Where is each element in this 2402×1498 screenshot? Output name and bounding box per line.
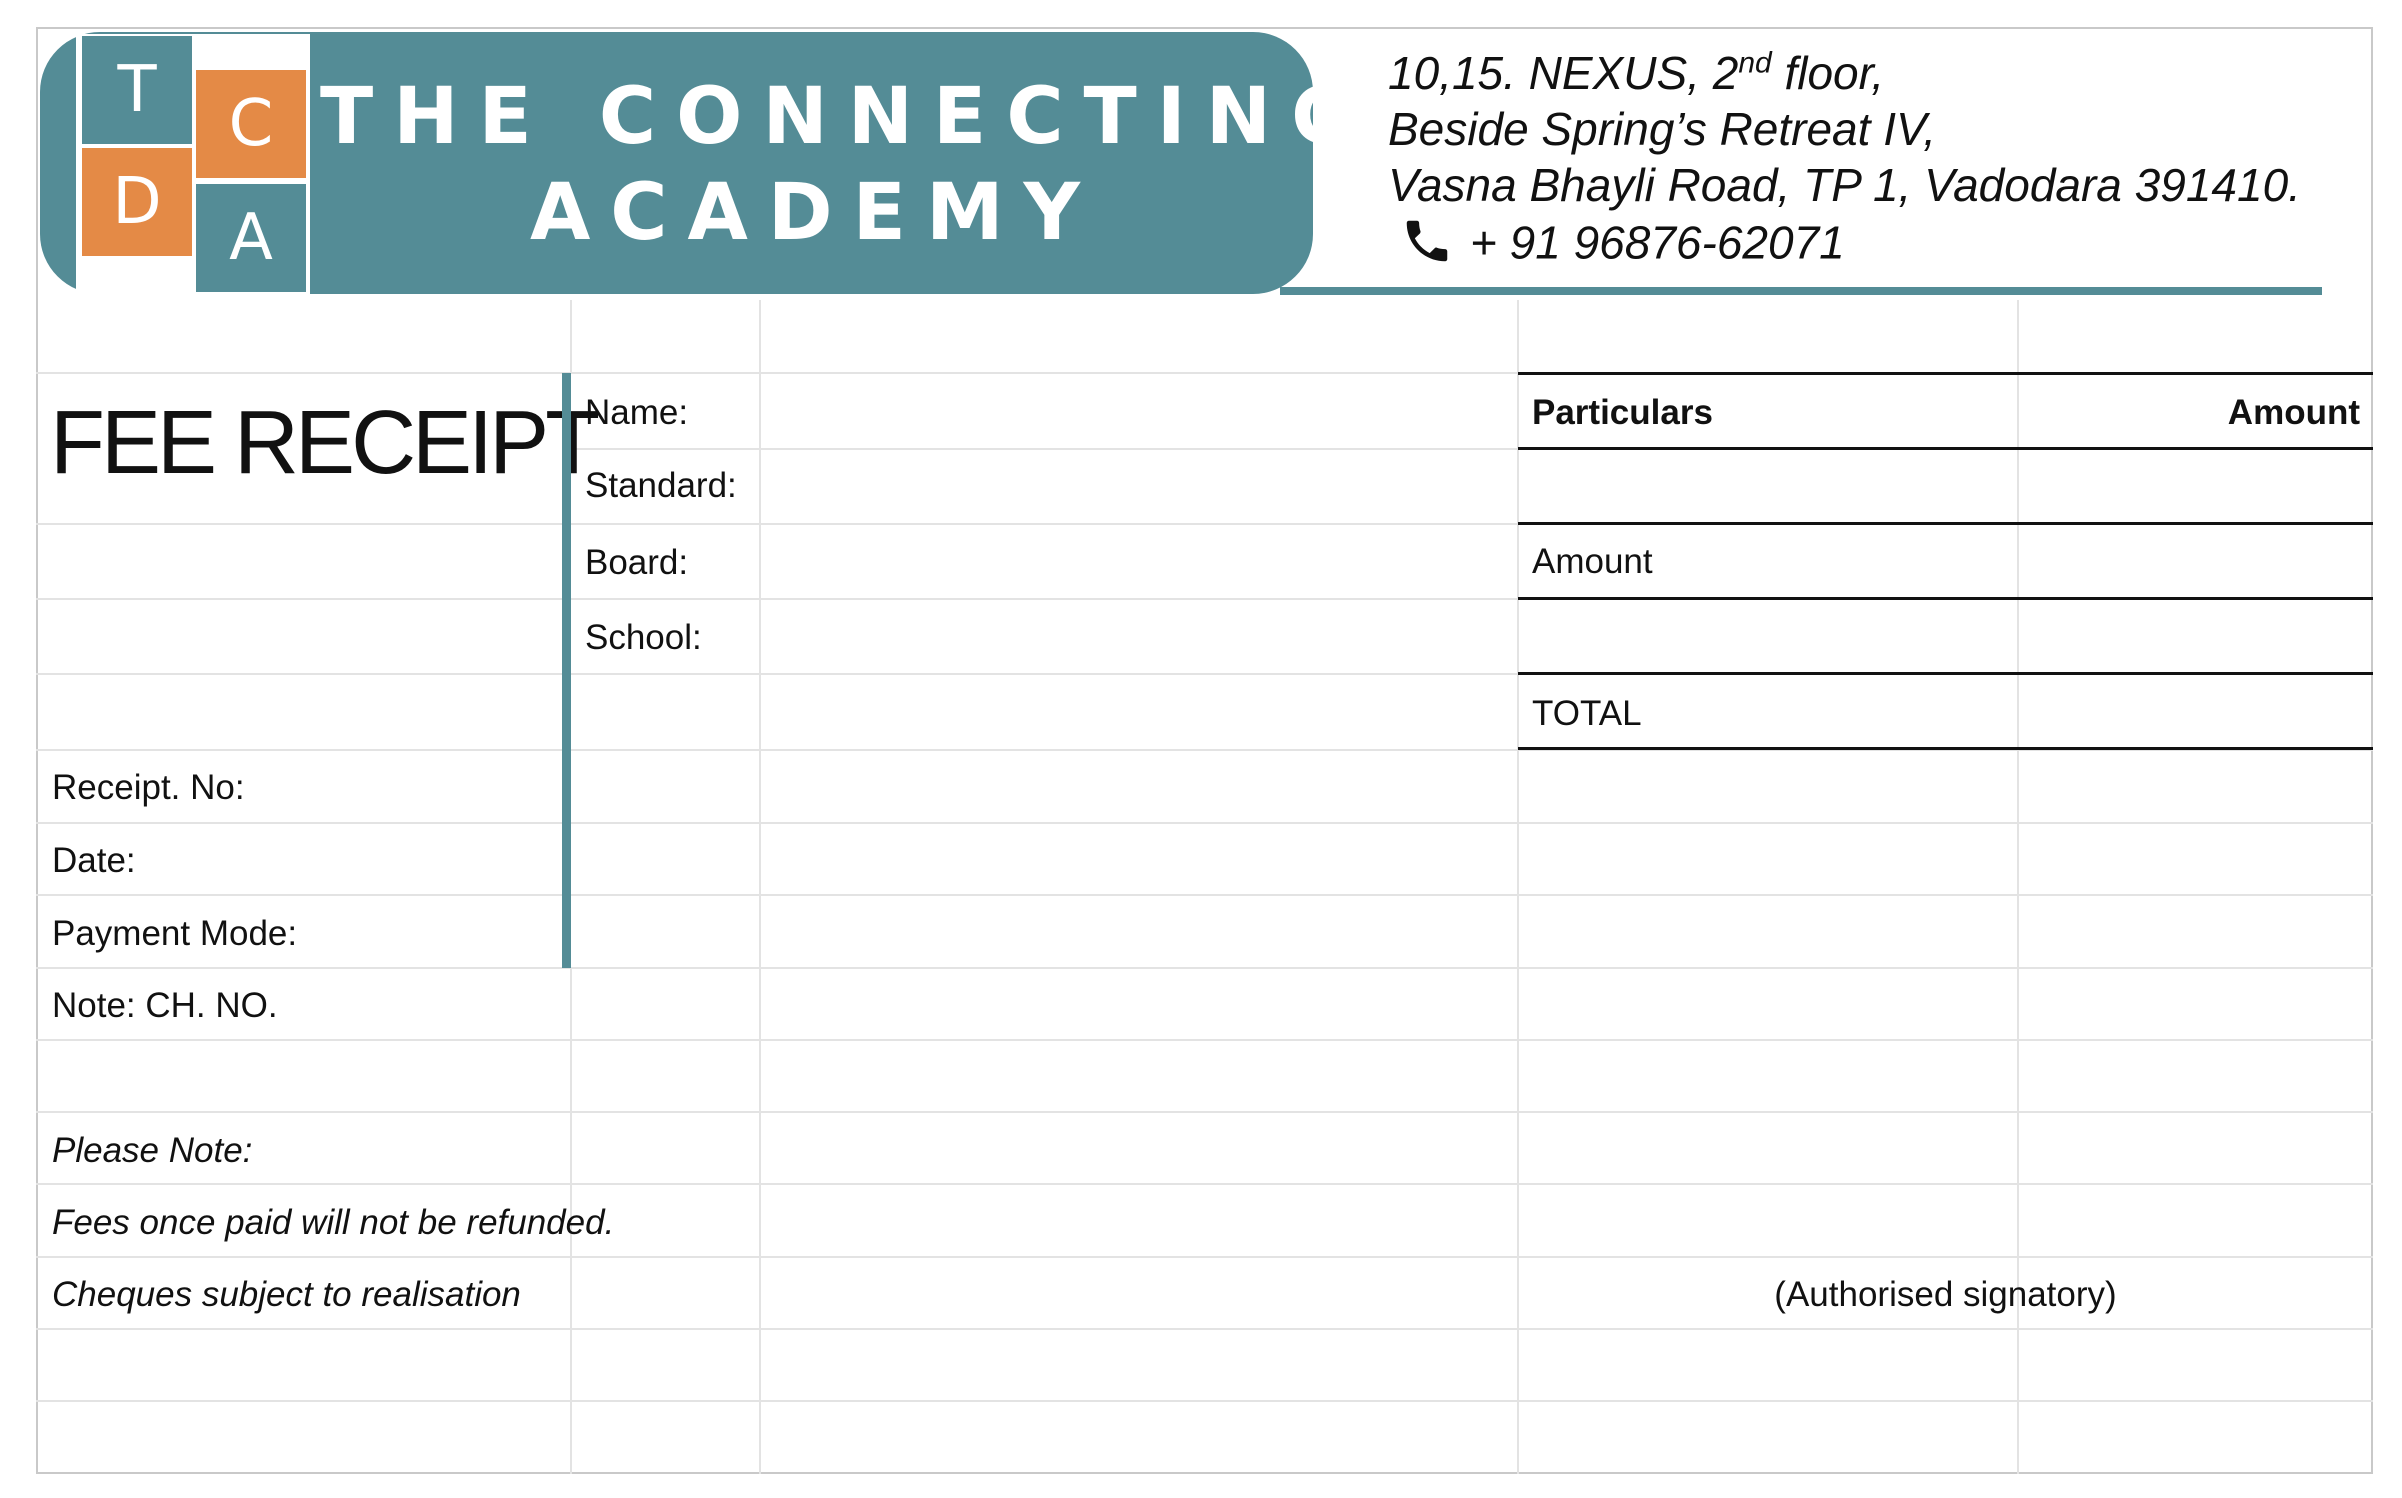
board-label: Board:	[585, 543, 689, 582]
amount-row-label: Amount	[1532, 542, 1653, 581]
address-line-1: 10,15. NEXUS, 2nd floor,	[1388, 46, 1885, 99]
date-label: Date:	[52, 841, 136, 880]
cheque-note-label: Note: CH. NO.	[52, 986, 278, 1025]
phone-icon	[1398, 214, 1456, 279]
table-rule-bottom	[1518, 747, 2373, 750]
brand-line-2: ACADEMY	[529, 168, 1101, 258]
tcda-logo: T C D A	[76, 34, 310, 296]
table-rule-2	[1518, 597, 2373, 600]
receipt-no-label: Receipt. No:	[52, 768, 245, 807]
table-rule-top	[1518, 372, 2373, 375]
payment-mode-label: Payment Mode:	[52, 914, 298, 953]
address-line-3: Vasna Bhayli Road, TP 1, Vadodara 391410…	[1388, 159, 2301, 211]
phone-line: + 91 96876-62071	[1398, 214, 1845, 279]
logo-tile-c: C	[196, 70, 306, 178]
refund-policy-text: Fees once paid will not be refunded.	[52, 1203, 615, 1242]
total-row-label: TOTAL	[1532, 694, 1642, 733]
table-rule-1	[1518, 522, 2373, 525]
address-line-2: Beside Spring’s Retreat IV,	[1388, 103, 1937, 155]
table-rule-header	[1518, 447, 2373, 450]
particulars-header: Particulars	[1532, 393, 1713, 432]
authorised-signatory-label: (Authorised signatory)	[1774, 1275, 2117, 1314]
logo-tile-d: D	[82, 148, 192, 256]
please-note-label: Please Note:	[52, 1131, 253, 1170]
section-divider	[562, 373, 571, 968]
receipt-title: FEE RECEIPT	[50, 393, 600, 493]
cheque-policy-text: Cheques subject to realisation	[52, 1275, 521, 1314]
standard-label: Standard:	[585, 466, 737, 505]
school-label: School:	[585, 618, 702, 657]
logo-tile-t: T	[82, 36, 192, 144]
header-underline	[1280, 287, 2322, 295]
logo-tile-a: A	[196, 184, 306, 292]
table-rule-3	[1518, 672, 2373, 675]
amount-header: Amount	[2227, 393, 2360, 432]
name-label: Name:	[585, 393, 689, 432]
brand-line-1: THE CONNECTING DOTS	[320, 72, 1743, 162]
